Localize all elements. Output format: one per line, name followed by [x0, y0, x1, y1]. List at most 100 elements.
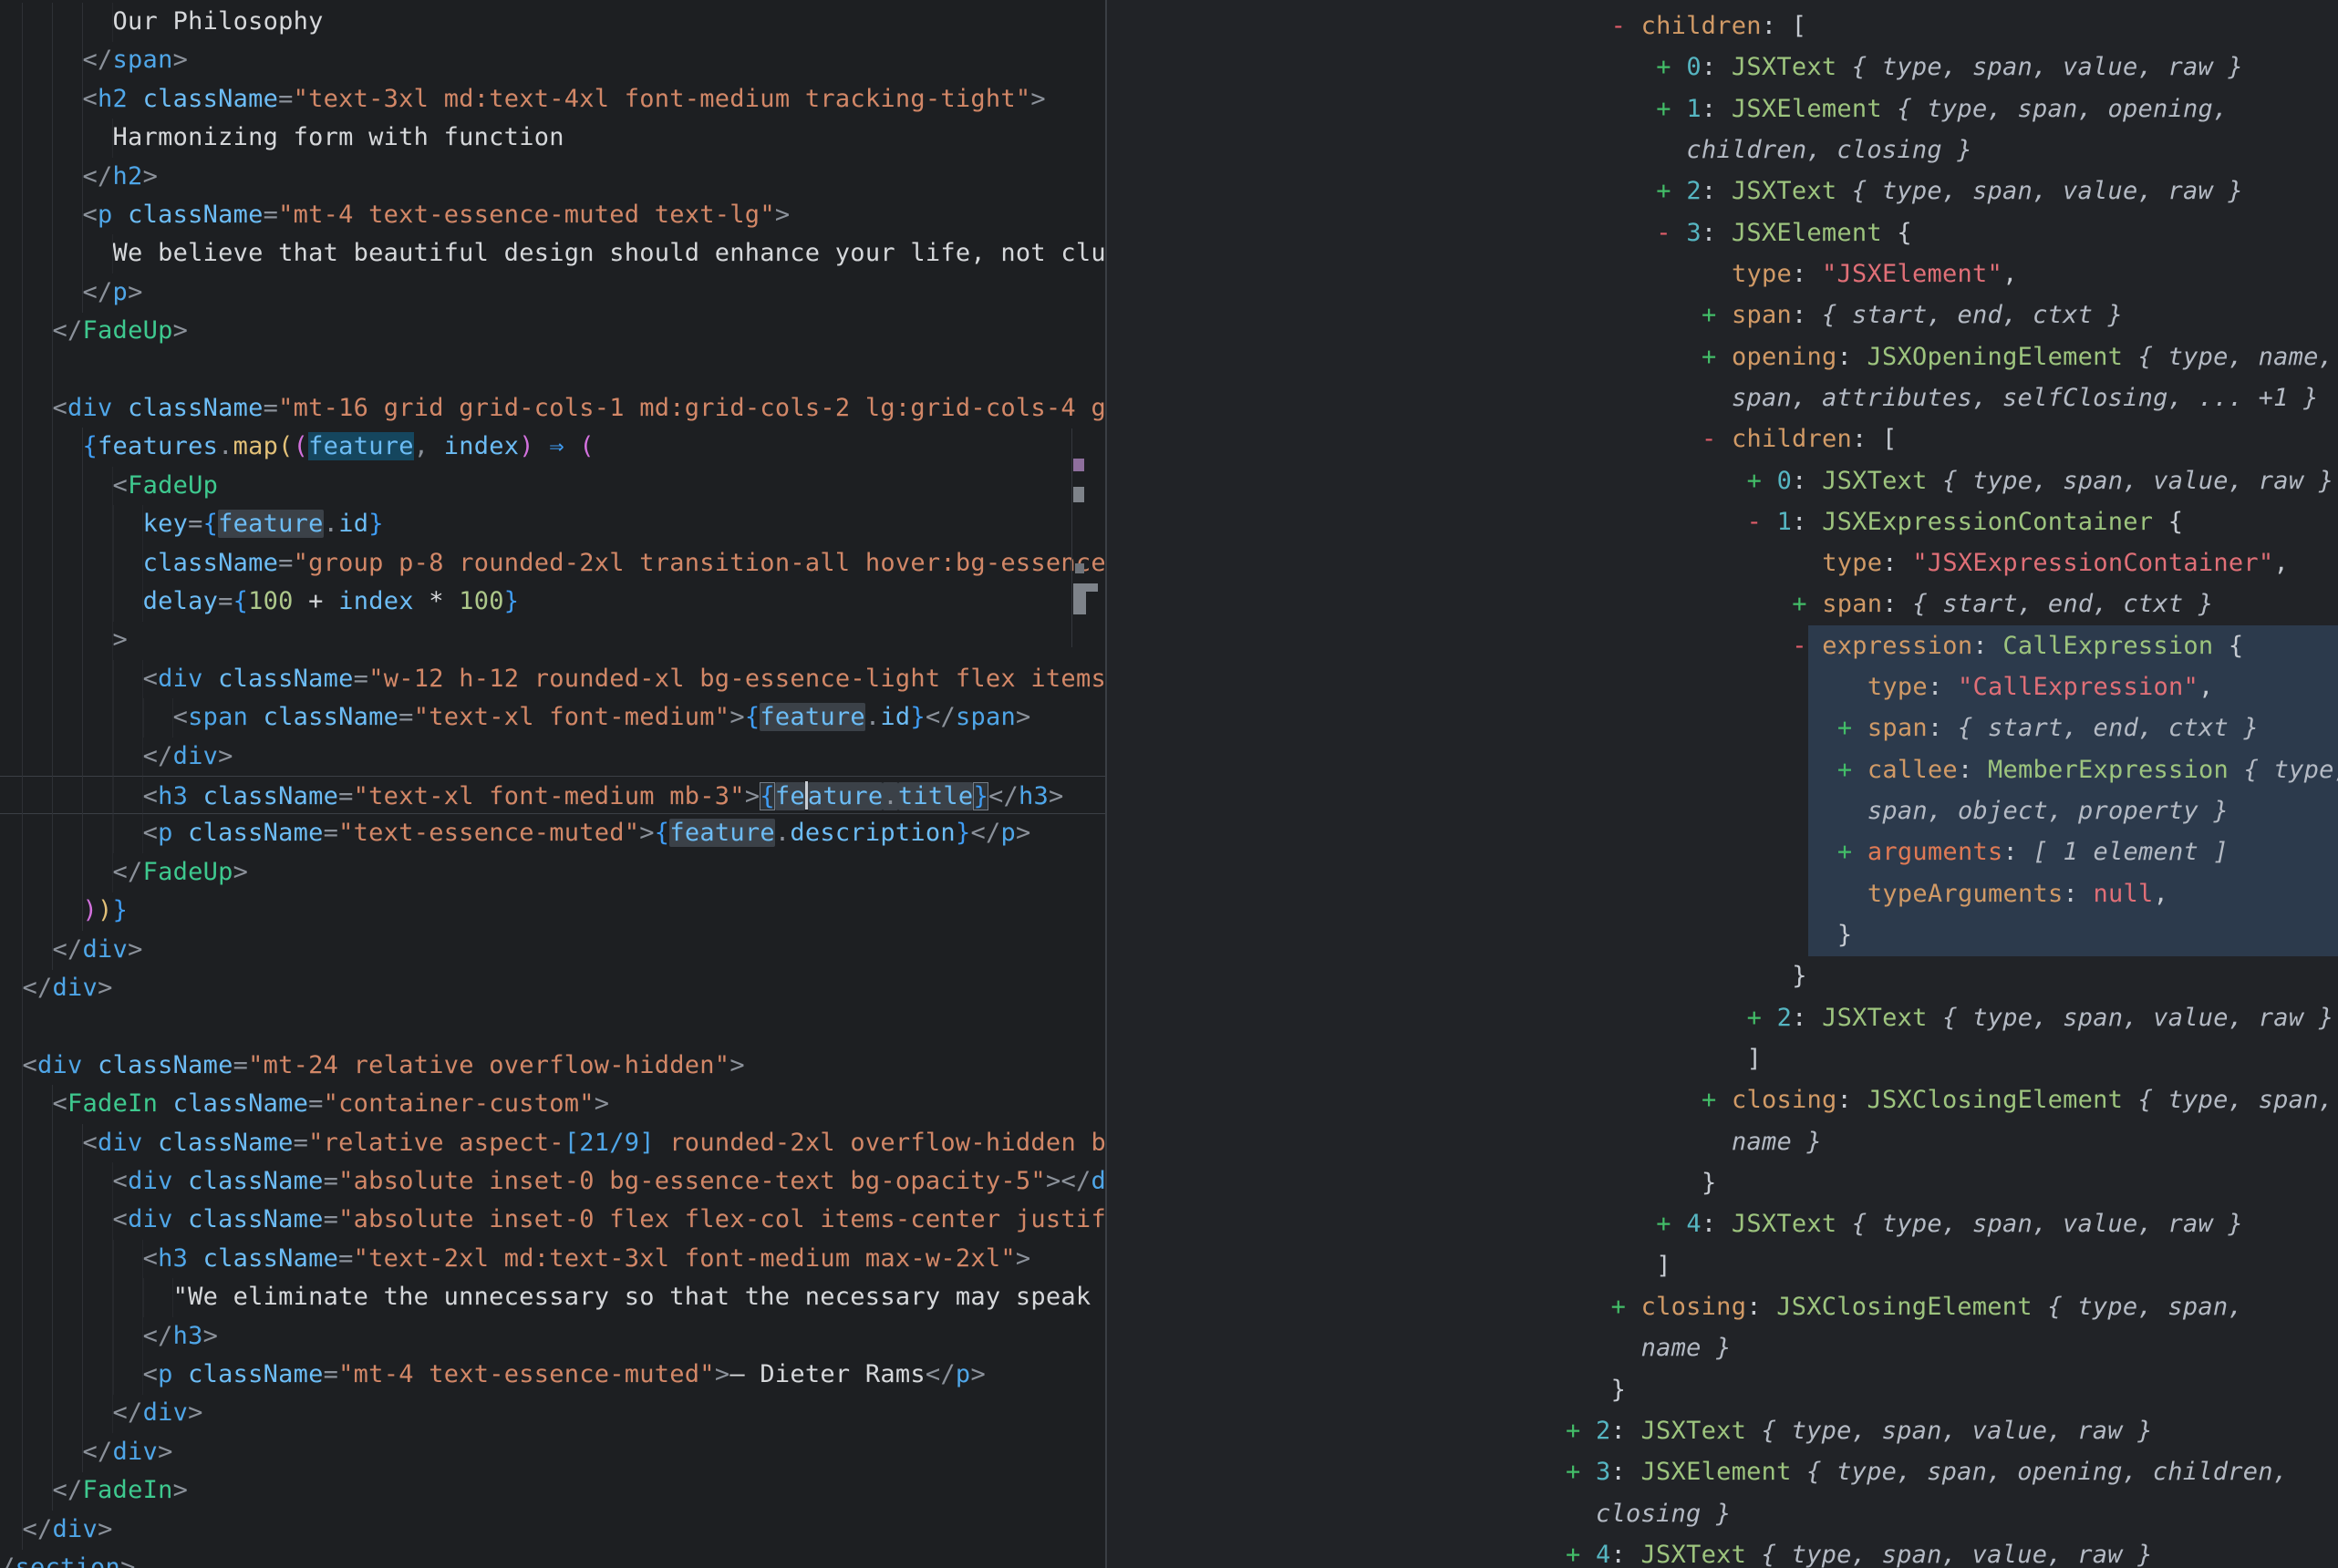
- ast-tree-row[interactable]: typeArguments: null,: [1837, 873, 2168, 915]
- code-line[interactable]: delay={100 + index * 100}: [0, 583, 519, 622]
- ast-tree-row[interactable]: + 2: JSXText { type, span, value, raw }: [1747, 997, 2334, 1039]
- ast-tree-row[interactable]: children, closing }: [1656, 129, 1972, 171]
- code-line[interactable]: </h2>: [0, 158, 158, 197]
- code-line[interactable]: </span>: [0, 41, 188, 80]
- ast-tree-row[interactable]: }: [1702, 1162, 1717, 1204]
- code-line[interactable]: We believe that beautiful design should …: [0, 234, 1105, 273]
- tree-expand-toggle[interactable]: +: [1837, 756, 1867, 784]
- ast-tree-row[interactable]: + closing: JSXClosingElement { type, spa…: [1702, 1079, 2333, 1121]
- tree-expand-toggle[interactable]: +: [1656, 53, 1686, 81]
- code-line[interactable]: </p>: [0, 273, 143, 313]
- ast-tree-row[interactable]: + span: { start, end, ctxt }: [1837, 707, 2259, 749]
- code-line[interactable]: </div>: [0, 1433, 173, 1472]
- code-line[interactable]: Our Philosophy: [0, 3, 324, 42]
- ast-tree-row[interactable]: + 0: JSXText { type, span, value, raw }: [1747, 460, 2334, 502]
- ast-tree-row[interactable]: - children: [: [1611, 5, 1807, 47]
- tree-collapse-toggle[interactable]: -: [1702, 425, 1732, 453]
- tree-expand-toggle[interactable]: +: [1566, 1458, 1596, 1486]
- code-line[interactable]: [0, 351, 53, 390]
- ast-tree-pane[interactable]: - children: [+ 0: JSXText { type, span, …: [1107, 0, 2338, 1568]
- code-line[interactable]: </div>: [0, 738, 233, 777]
- code-line[interactable]: key={feature.id}: [0, 505, 384, 544]
- ast-tree-row[interactable]: closing }: [1566, 1493, 1732, 1535]
- ast-tree-row[interactable]: + closing: JSXClosingElement { type, spa…: [1611, 1286, 2243, 1328]
- tree-expand-toggle[interactable]: +: [1792, 590, 1822, 618]
- ast-tree-row[interactable]: + 3: JSXElement { type, span, opening, c…: [1566, 1451, 2288, 1493]
- ast-tree-row[interactable]: name }: [1702, 1121, 1822, 1163]
- tree-expand-toggle[interactable]: +: [1656, 95, 1686, 123]
- code-line[interactable]: <div className="w-12 h-12 rounded-xl bg-…: [0, 660, 1105, 699]
- ast-tree-row[interactable]: + 4: JSXText { type, span, value, raw }: [1566, 1534, 2153, 1568]
- tree-expand-toggle[interactable]: +: [1611, 1293, 1641, 1321]
- tree-collapse-toggle[interactable]: -: [1747, 508, 1777, 536]
- ast-tree-row[interactable]: }: [1837, 914, 1853, 956]
- code-line[interactable]: "We eliminate the unnecessary so that th…: [0, 1278, 1105, 1317]
- tree-expand-toggle[interactable]: +: [1702, 1086, 1732, 1114]
- code-line[interactable]: <h3 className="text-2xl md:text-3xl font…: [0, 1240, 1030, 1279]
- code-line[interactable]: </FadeUp>: [0, 312, 188, 351]
- code-line[interactable]: className="group p-8 rounded-2xl transit…: [0, 544, 1105, 583]
- code-line[interactable]: /section>: [0, 1549, 136, 1568]
- ast-tree-row[interactable]: }: [1611, 1369, 1627, 1411]
- ast-tree-row[interactable]: - 3: JSXElement {: [1656, 212, 1912, 254]
- code-line[interactable]: <div className="relative aspect-[21/9] r…: [0, 1124, 1105, 1163]
- code-line[interactable]: <h3 className="text-xl font-medium mb-3"…: [0, 776, 1064, 815]
- ast-tree-row[interactable]: }: [1792, 955, 1807, 997]
- ast-tree-row[interactable]: + callee: MemberExpression { type,: [1837, 749, 2338, 791]
- code-line[interactable]: <div className="mt-24 relative overflow-…: [0, 1047, 745, 1086]
- code-line[interactable]: </div>: [0, 931, 143, 970]
- ast-tree-row[interactable]: + 1: JSXElement { type, span, opening,: [1656, 88, 2228, 130]
- ast-tree-row[interactable]: - 1: JSXExpressionContainer {: [1747, 501, 2184, 543]
- tree-expand-toggle[interactable]: +: [1747, 1004, 1777, 1032]
- tree-expand-toggle[interactable]: +: [1747, 467, 1777, 495]
- code-line[interactable]: <div className="absolute inset-0 bg-esse…: [0, 1162, 1105, 1202]
- code-line[interactable]: ))}: [0, 892, 128, 931]
- code-editor-pane[interactable]: Our Philosophy </span> <h2 className="te…: [0, 0, 1105, 1568]
- code-line[interactable]: <FadeIn className="container-custom">: [0, 1085, 609, 1124]
- code-line[interactable]: </FadeUp>: [0, 853, 248, 892]
- code-line[interactable]: <span className="text-xl font-medium">{f…: [0, 698, 1031, 738]
- code-line[interactable]: <p className="text-essence-muted">{featu…: [0, 814, 1031, 853]
- ast-tree-row[interactable]: + opening: JSXOpeningElement { type, nam…: [1702, 336, 2333, 378]
- tree-expand-toggle[interactable]: +: [1837, 838, 1867, 866]
- ast-tree-row[interactable]: type: "CallExpression",: [1837, 666, 2214, 708]
- ast-tree-row[interactable]: + span: { start, end, ctxt }: [1792, 583, 2213, 625]
- ast-tree-row[interactable]: ]: [1747, 1038, 1763, 1080]
- code-line[interactable]: </h3>: [0, 1317, 218, 1357]
- code-line[interactable]: </div>: [0, 1394, 203, 1433]
- code-line[interactable]: >: [0, 621, 128, 660]
- tree-expand-toggle[interactable]: +: [1702, 301, 1732, 329]
- ast-tree-row[interactable]: - expression: CallExpression {: [1792, 625, 2243, 667]
- tree-expand-toggle[interactable]: +: [1566, 1541, 1596, 1568]
- tree-collapse-toggle[interactable]: -: [1792, 632, 1822, 660]
- tree-expand-toggle[interactable]: +: [1837, 714, 1867, 742]
- code-line[interactable]: <div className="absolute inset-0 flex fl…: [0, 1201, 1105, 1240]
- ast-tree-row[interactable]: + 0: JSXText { type, span, value, raw }: [1656, 46, 2243, 88]
- code-line[interactable]: </div>: [0, 969, 113, 1008]
- code-line[interactable]: </FadeIn>: [0, 1471, 188, 1511]
- code-line[interactable]: </div>: [0, 1511, 113, 1550]
- ast-tree-row[interactable]: - children: [: [1702, 418, 1898, 460]
- tree-expand-toggle[interactable]: +: [1656, 177, 1686, 205]
- tree-expand-toggle[interactable]: +: [1702, 343, 1732, 371]
- code-line[interactable]: [0, 1007, 23, 1047]
- code-line[interactable]: <FadeUp: [0, 467, 218, 506]
- ast-tree-row[interactable]: span, object, property }: [1837, 790, 2229, 832]
- code-line[interactable]: <div className="mt-16 grid grid-cols-1 m…: [0, 389, 1105, 428]
- code-line[interactable]: <p className="mt-4 text-essence-muted">—…: [0, 1356, 986, 1395]
- ast-tree-row[interactable]: + 4: JSXText { type, span, value, raw }: [1656, 1203, 2243, 1245]
- tree-collapse-toggle[interactable]: -: [1656, 219, 1686, 247]
- tree-expand-toggle[interactable]: +: [1566, 1417, 1596, 1445]
- code-line[interactable]: {features.map((feature, index) ⇒ (: [0, 428, 595, 467]
- ast-tree-row[interactable]: + 2: JSXText { type, span, value, raw }: [1656, 170, 2243, 212]
- ast-tree-row[interactable]: + span: { start, end, ctxt }: [1702, 294, 2123, 336]
- ast-tree-row[interactable]: type: "JSXElement",: [1702, 253, 2018, 295]
- ast-tree-row[interactable]: ]: [1656, 1245, 1671, 1287]
- tree-expand-toggle[interactable]: +: [1656, 1210, 1686, 1238]
- ast-tree-row[interactable]: type: "JSXExpressionContainer",: [1792, 542, 2289, 584]
- code-line[interactable]: <h2 className="text-3xl md:text-4xl font…: [0, 80, 1046, 119]
- ast-tree-row[interactable]: + arguments: [ 1 element ]: [1837, 831, 2229, 873]
- code-line[interactable]: Harmonizing form with function: [0, 119, 564, 158]
- ast-tree-row[interactable]: span, attributes, selfClosing, ... +1 }: [1702, 377, 2319, 419]
- ast-tree-row[interactable]: + 2: JSXText { type, span, value, raw }: [1566, 1410, 2153, 1452]
